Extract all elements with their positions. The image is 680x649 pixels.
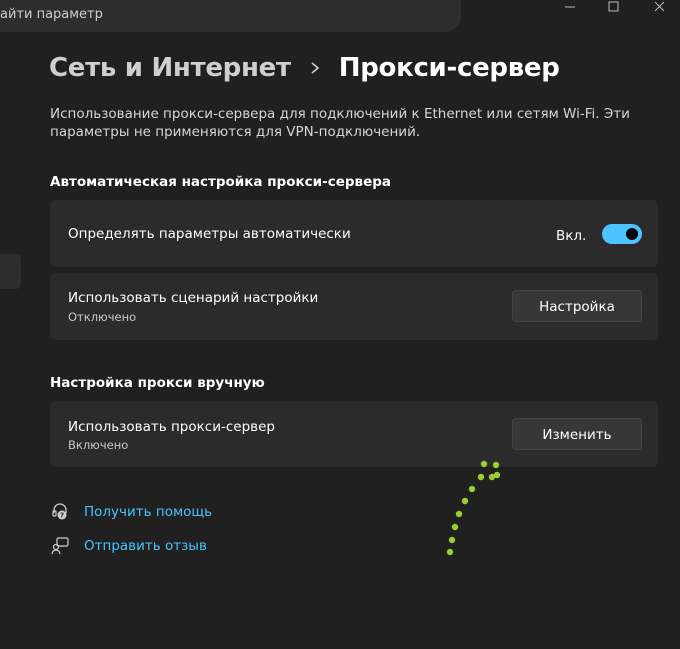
auto-detect-toggle[interactable] (602, 224, 642, 244)
search-input-text[interactable]: айти параметр (0, 7, 103, 22)
page-title: Прокси-сервер (338, 53, 560, 83)
edit-button[interactable]: Изменить (512, 418, 642, 450)
breadcrumb-parent-link[interactable]: Сеть и Интернет (49, 53, 291, 83)
auto-section-heading: Автоматическая настройка прокси-сервера (50, 174, 392, 190)
manual-section-heading: Настройка прокси вручную (50, 375, 265, 391)
setup-script-card: Использовать сценарий настройки Отключен… (50, 273, 658, 340)
setup-button[interactable]: Настройка (512, 290, 642, 322)
search-box[interactable]: айти параметр (0, 0, 461, 32)
auto-detect-label: Определять параметры автоматически (68, 226, 351, 242)
manual-proxy-label: Использовать прокси-сервер (68, 419, 275, 435)
minimize-icon[interactable] (563, 0, 577, 14)
setup-script-label: Использовать сценарий настройки (68, 290, 319, 306)
sidebar-selected-item[interactable] (0, 254, 21, 289)
get-help-link[interactable]: ? Получить помощь (50, 502, 212, 522)
feedback-icon (50, 536, 70, 556)
close-icon[interactable] (652, 0, 666, 14)
page-description: Использование прокси-сервера для подключ… (50, 106, 630, 140)
maximize-icon[interactable] (606, 0, 620, 14)
svg-text:?: ? (60, 512, 64, 520)
setup-script-status: Отключено (68, 310, 137, 324)
toggle-state-label: Вкл. (556, 228, 587, 244)
manual-proxy-status: Включено (68, 438, 129, 452)
get-help-label[interactable]: Получить помощь (84, 504, 212, 520)
send-feedback-link[interactable]: Отправить отзыв (50, 536, 207, 556)
manual-proxy-card: Использовать прокси-сервер Включено Изме… (50, 401, 658, 467)
auto-detect-card: Определять параметры автоматически Вкл. (50, 200, 658, 267)
breadcrumb: Сеть и Интернет Прокси-сервер (49, 48, 560, 88)
help-icon: ? (50, 502, 70, 522)
toggle-knob (626, 228, 638, 240)
send-feedback-label[interactable]: Отправить отзыв (84, 538, 207, 554)
chevron-right-icon (301, 58, 329, 78)
